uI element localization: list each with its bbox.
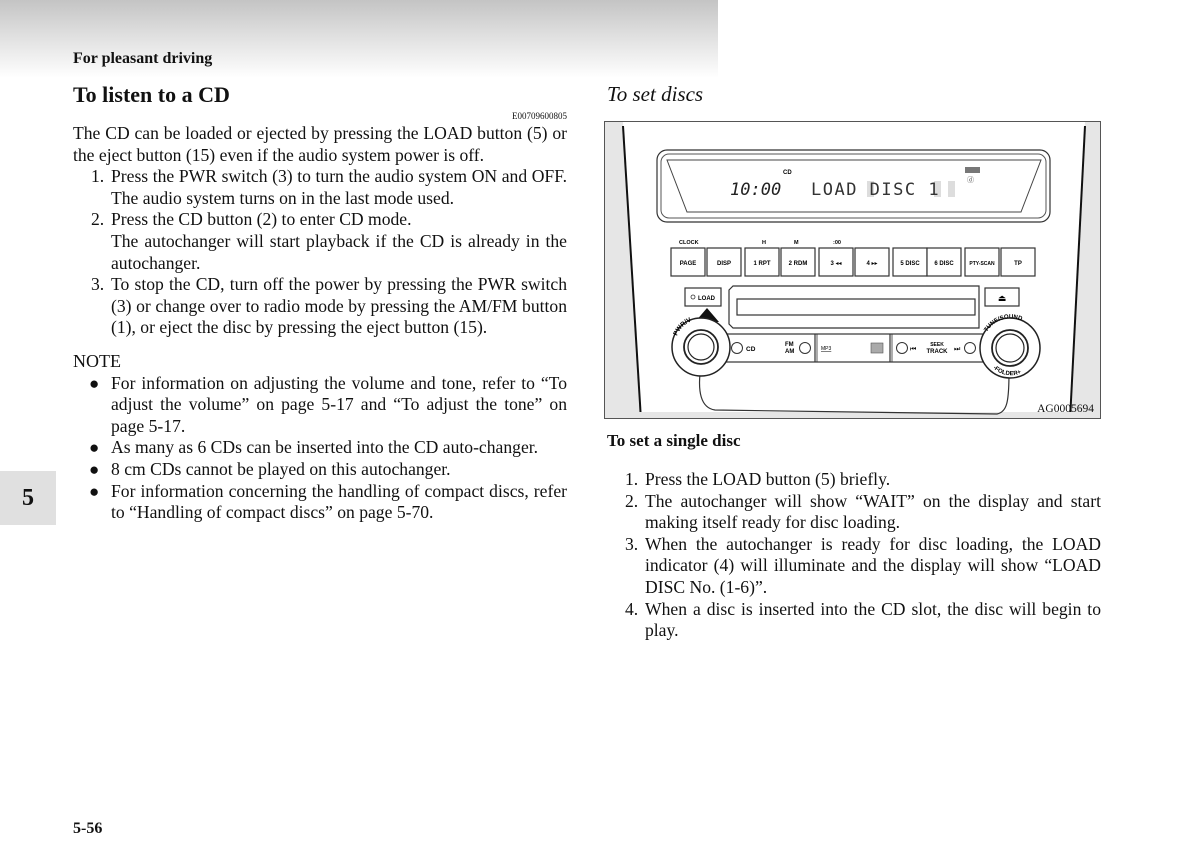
step-text: When a disc is inserted into the CD slot… xyxy=(645,598,1101,641)
reference-code: E00709600805 xyxy=(512,111,567,121)
cd-label: CD xyxy=(746,346,756,353)
radio-button-label: TP xyxy=(1014,261,1022,267)
list-item: 4. When a disc is inserted into the CD s… xyxy=(607,599,1101,642)
list-item: ● As many as 6 CDs can be inserted into … xyxy=(73,437,567,459)
audio-unit-figure: CD 10:00 LOAD DISC 1 ⓓ CLOCK H M :00 PAG… xyxy=(604,121,1101,419)
note-text: For information concerning the handling … xyxy=(111,480,567,523)
display-message: LOAD DISC 1 xyxy=(811,180,940,200)
list-item: 1. Press the LOAD button (5) briefly. xyxy=(607,469,1101,491)
step-text: Press the CD button (2) to enter CD mode… xyxy=(111,209,412,230)
step-number: 1. xyxy=(91,166,105,187)
page-title: To listen to a CD xyxy=(73,82,230,107)
list-item: 1. Press the PWR switch (3) to turn the … xyxy=(73,166,567,209)
am-fm-button[interactable] xyxy=(799,342,811,354)
step-number: 3. xyxy=(625,533,639,554)
step-subtext: The autochanger will start playback if t… xyxy=(111,230,567,273)
mp3-label: MP3 xyxy=(821,346,832,352)
hour-label: H xyxy=(762,240,766,246)
radio-button-label: 4 ▸▸ xyxy=(866,261,877,267)
lcd-display: CD 10:00 LOAD DISC 1 ⓓ xyxy=(656,149,1051,223)
seek-label: SEEK xyxy=(930,342,944,348)
step-text: The autochanger will show “WAIT” on the … xyxy=(645,490,1101,533)
bullet-icon: ● xyxy=(89,481,100,501)
right-bezel xyxy=(1070,122,1100,418)
chapter-tab: 5 xyxy=(0,471,56,525)
step-number: 3. xyxy=(91,274,105,295)
subsection-title: To set a single disc xyxy=(607,431,741,450)
seek-next-button[interactable] xyxy=(964,342,976,354)
radio-button-label: 5 DISC xyxy=(900,261,920,267)
step-number: 2. xyxy=(625,490,639,511)
list-item: ● 8 cm CDs cannot be played on this auto… xyxy=(73,459,567,481)
left-column: The CD can be loaded or ejected by press… xyxy=(73,123,567,524)
step-number: 1. xyxy=(625,469,639,489)
radio-button-label: 6 DISC xyxy=(934,261,954,267)
clock-label: CLOCK xyxy=(679,240,699,246)
note-heading: NOTE xyxy=(73,350,121,371)
next-track-icon: ⏭ xyxy=(954,346,961,353)
section-title: To set discs xyxy=(607,82,704,106)
cd-text-icon xyxy=(870,342,884,354)
intro-paragraph: The CD can be loaded or ejected by press… xyxy=(73,123,567,165)
figure-code: AG0005694 xyxy=(1037,403,1094,415)
button-row: PAGE DISP 1 RPT 2 RDM 3 ◂◂ 4 ▸▸ 5 DISC 6 DISC PT… xyxy=(670,247,1036,277)
audio-unit-drawing: CD 10:00 LOAD DISC 1 ⓓ CLOCK H M :00 PAG… xyxy=(605,122,1100,418)
left-bezel xyxy=(605,122,641,418)
seek-prev-button[interactable] xyxy=(896,342,908,354)
svg-text:ⓓ: ⓓ xyxy=(967,176,974,184)
radio-button-label: PTY-SCAN xyxy=(969,261,995,267)
radio-button-label: 3 ◂◂ xyxy=(830,261,841,267)
tune-sound-knob[interactable]: TUNE/SOUND -FOLDER+ xyxy=(979,314,1041,379)
step-text: When the autochanger is ready for disc l… xyxy=(645,533,1101,597)
step-text: Press the PWR switch (3) to turn the aud… xyxy=(111,166,567,208)
list-item: 2. Press the CD button (2) to enter CD m… xyxy=(73,209,567,274)
list-item: ● For information concerning the handlin… xyxy=(73,481,567,524)
display-clock: 10:00 xyxy=(730,180,781,200)
minute-label: M xyxy=(794,240,799,246)
zero-label: :00 xyxy=(833,240,841,246)
step-text: To stop the CD, turn off the power by pr… xyxy=(111,274,567,338)
step-number: 4. xyxy=(625,598,639,619)
radio-button-label: DISP xyxy=(717,261,731,267)
fm-label: FM xyxy=(785,342,794,348)
radio-button-label: 1 RPT xyxy=(753,261,770,267)
list-item: 3. To stop the CD, turn off the power by… xyxy=(73,274,567,339)
radio-button-label: PAGE xyxy=(680,261,697,267)
prev-track-icon: ⏮ xyxy=(910,346,916,353)
track-label: TRACK xyxy=(927,349,949,355)
list-item: 2. The autochanger will show “WAIT” on t… xyxy=(607,491,1101,534)
list-item: ● For information on adjusting the volum… xyxy=(73,373,567,438)
cd-steps-list: 1. Press the PWR switch (3) to turn the … xyxy=(73,166,567,339)
eject-icon: ⏏ xyxy=(998,293,1007,303)
note-text: 8 cm CDs cannot be played on this autoch… xyxy=(111,458,451,479)
bullet-icon: ● xyxy=(89,438,100,458)
page-number: 5-56 xyxy=(73,820,103,837)
radio-button-label: 2 RDM xyxy=(789,261,808,267)
step-number: 2. xyxy=(91,209,105,230)
list-item: 3. When the autochanger is ready for dis… xyxy=(607,534,1101,599)
single-disc-steps-list: 1. Press the LOAD button (5) briefly. 2.… xyxy=(607,469,1101,642)
cd-button[interactable] xyxy=(731,342,743,354)
am-label: AM xyxy=(785,349,794,355)
pwr-volume-knob[interactable]: PWR/V xyxy=(671,316,731,377)
disc-indicator xyxy=(965,167,980,173)
display-mode: CD xyxy=(783,170,792,176)
load-label: LOAD xyxy=(698,296,716,302)
bullet-icon: ● xyxy=(89,459,100,479)
step-text: Press the LOAD button (5) briefly. xyxy=(645,469,891,489)
right-column: 1. Press the LOAD button (5) briefly. 2.… xyxy=(607,469,1101,642)
notes-list: ● For information on adjusting the volum… xyxy=(73,373,567,524)
note-text: As many as 6 CDs can be inserted into th… xyxy=(111,437,539,458)
note-text: For information on adjusting the volume … xyxy=(111,372,567,436)
cd-slot xyxy=(736,298,976,316)
section-heading: For pleasant driving xyxy=(73,50,213,67)
bullet-icon: ● xyxy=(89,373,100,393)
